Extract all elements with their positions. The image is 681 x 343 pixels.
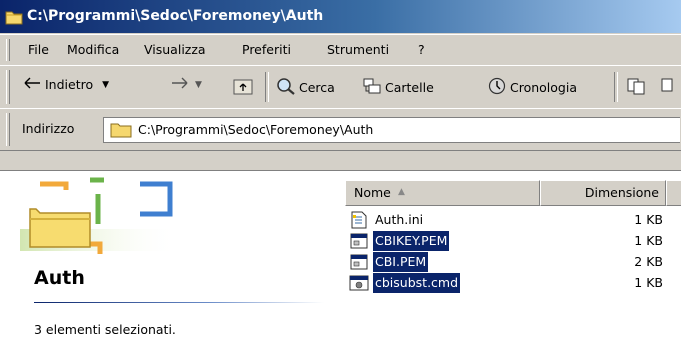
- selection-status: 3 elementi selezionati.: [34, 322, 176, 337]
- chevron-down-icon: ▼: [102, 79, 110, 90]
- up-folder-icon: [233, 77, 253, 98]
- folder-icon: [5, 9, 23, 29]
- folder-banner-icon: [20, 174, 220, 265]
- folders-button[interactable]: Cartelle: [362, 77, 434, 98]
- history-label: Cronologia: [510, 80, 577, 95]
- file-size: 1 KB: [634, 233, 663, 248]
- column-size-label: Dimensione: [584, 185, 659, 200]
- generic-file-icon: [349, 232, 369, 250]
- move-to-icon: [626, 77, 646, 98]
- address-bar: Indirizzo C:\Programmi\Sedoc\Foremoney\A…: [0, 108, 681, 151]
- address-label: Indirizzo: [22, 121, 75, 136]
- copy-to-icon: [660, 77, 680, 98]
- sort-ascending-icon: ▲: [398, 187, 405, 197]
- title-bar[interactable]: C:\Programmi\Sedoc\Foremoney\Auth: [0, 0, 681, 33]
- folders-icon: [362, 77, 382, 98]
- menu-modifica[interactable]: Modifica: [67, 42, 119, 57]
- column-name-header[interactable]: Nome ▲: [345, 180, 540, 206]
- generic-file-icon: [349, 253, 369, 271]
- forward-arrow-icon: [170, 77, 188, 92]
- file-row[interactable]: CBIKEY.PEM 1 KB: [345, 231, 681, 251]
- cmd-file-icon: [349, 274, 369, 292]
- file-name: CBIKEY.PEM: [373, 231, 450, 251]
- search-icon: [276, 77, 296, 98]
- back-arrow-icon: [24, 77, 42, 92]
- menu-help[interactable]: ?: [418, 42, 425, 57]
- menu-strumenti[interactable]: Strumenti: [327, 42, 389, 57]
- history-button[interactable]: Cronologia: [487, 77, 577, 98]
- menu-grip[interactable]: [6, 39, 10, 61]
- window-title: C:\Programmi\Sedoc\Foremoney\Auth: [27, 8, 324, 24]
- file-name: CBI.PEM: [373, 252, 429, 272]
- menu-file[interactable]: File: [28, 42, 49, 57]
- column-name-label: Nome: [354, 185, 391, 200]
- toolbar: Indietro ▼ ▼ Cerca Cartelle Cronologia: [0, 65, 681, 109]
- file-size: 2 KB: [634, 254, 663, 269]
- chevron-down-icon: ▼: [195, 79, 202, 90]
- folder-title: Auth: [34, 267, 85, 289]
- file-name: Auth.ini: [375, 212, 424, 227]
- address-value: C:\Programmi\Sedoc\Foremoney\Auth: [138, 122, 374, 137]
- ini-file-icon: [349, 211, 369, 229]
- column-size-header[interactable]: Dimensione: [540, 180, 666, 206]
- forward-button[interactable]: ▼: [170, 77, 202, 92]
- folders-label: Cartelle: [385, 80, 434, 95]
- file-row[interactable]: CBI.PEM 2 KB: [345, 252, 681, 272]
- list-header: Nome ▲ Dimensione: [345, 180, 681, 206]
- search-label: Cerca: [299, 80, 335, 95]
- file-row[interactable]: Auth.ini 1 KB: [345, 210, 681, 230]
- menu-bar: File Modifica Visualizza Preferiti Strum…: [0, 34, 681, 66]
- menu-preferiti[interactable]: Preferiti: [242, 42, 291, 57]
- column-extra-header[interactable]: [666, 180, 681, 206]
- file-row[interactable]: cbisubst.cmd 1 KB: [345, 273, 681, 293]
- up-folder-button[interactable]: [233, 77, 253, 98]
- title-underline: [34, 302, 324, 303]
- toolbar-grip[interactable]: [6, 70, 10, 104]
- address-input[interactable]: C:\Programmi\Sedoc\Foremoney\Auth: [103, 117, 680, 143]
- move-to-button[interactable]: [626, 77, 646, 98]
- back-button[interactable]: Indietro ▼: [24, 77, 109, 92]
- address-grip[interactable]: [6, 113, 10, 146]
- menu-visualizza[interactable]: Visualizza: [144, 42, 206, 57]
- copy-to-button[interactable]: [660, 77, 680, 98]
- web-view-pane: Auth 3 elementi selezionati.: [0, 172, 340, 343]
- file-size: 1 KB: [634, 275, 663, 290]
- history-icon: [487, 77, 507, 98]
- file-name: cbisubst.cmd: [373, 273, 461, 293]
- file-size: 1 KB: [634, 212, 663, 227]
- back-label: Indietro: [45, 77, 94, 92]
- content-area: Auth 3 elementi selezionati. Nome ▲ Dime…: [0, 172, 681, 343]
- folder-icon: [110, 122, 132, 141]
- search-button[interactable]: Cerca: [276, 77, 335, 98]
